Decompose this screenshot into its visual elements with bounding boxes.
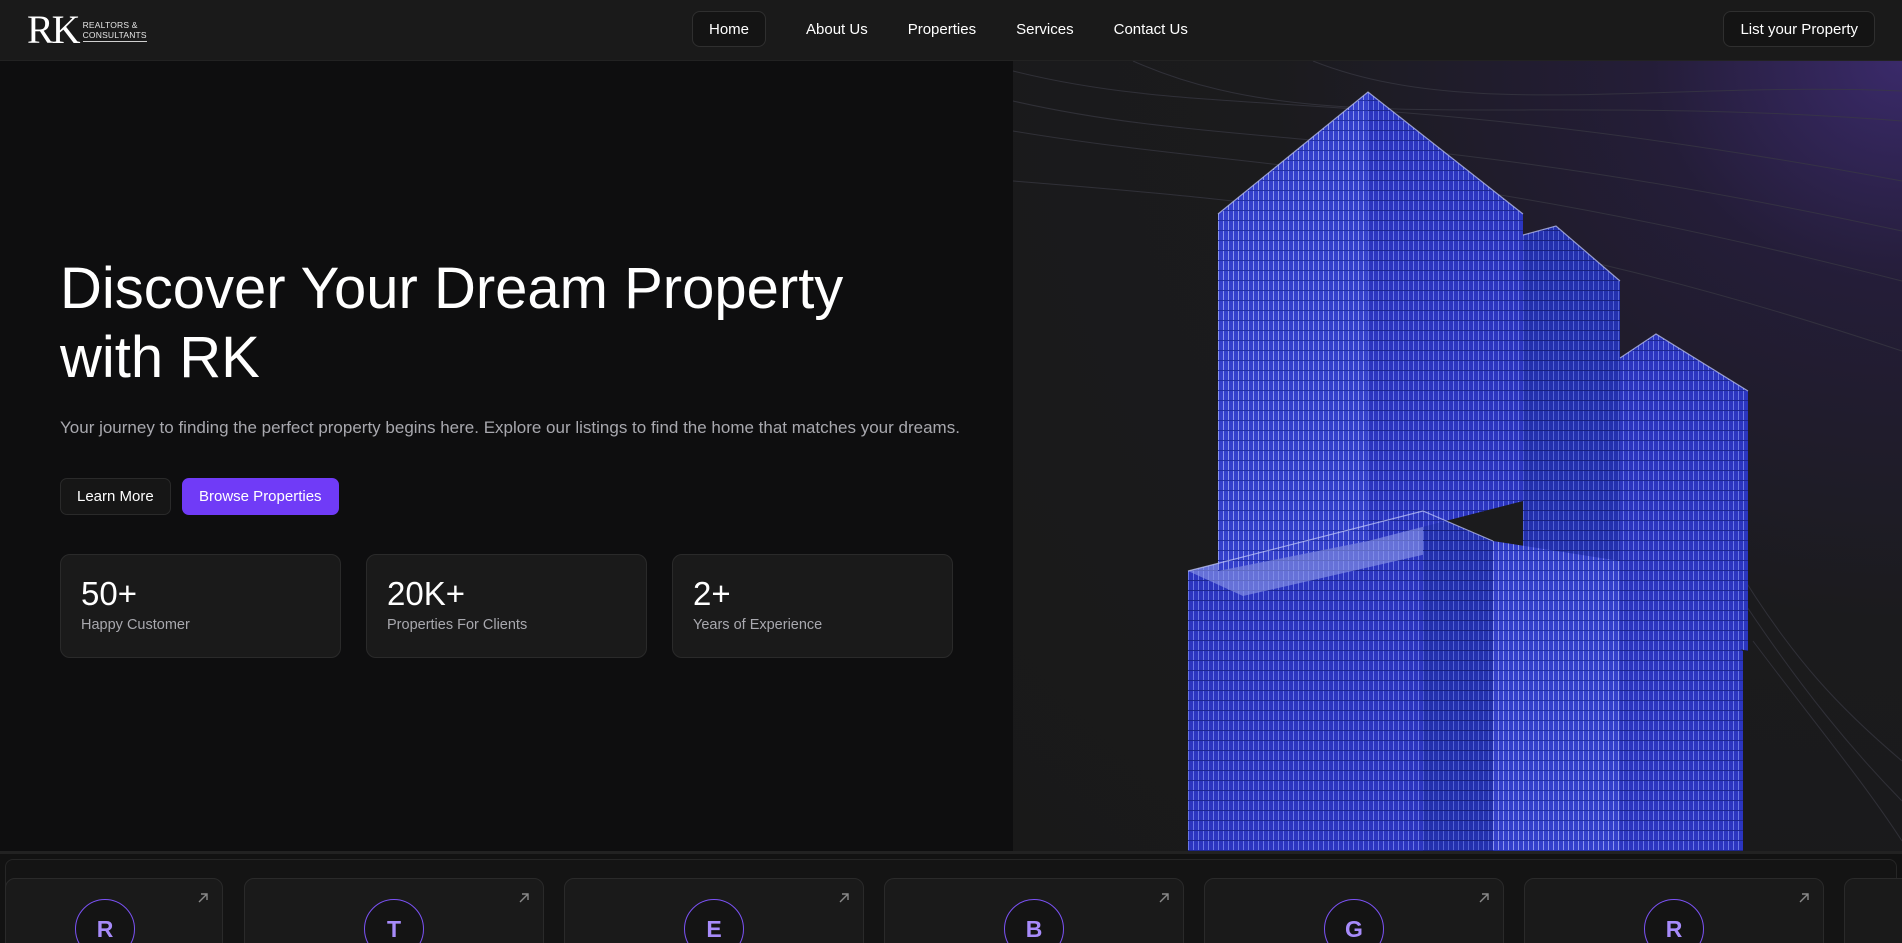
stat-card: 2+ Years of Experience [672,554,953,658]
category-letter-icon: E [684,899,744,943]
learn-more-button[interactable]: Learn More [60,478,171,515]
building-illustration [1013,61,1902,851]
category-letter-icon: G [1324,899,1384,943]
stat-label: Years of Experience [693,617,823,633]
category-card[interactable]: G [1204,878,1504,943]
nav-link-properties[interactable]: Properties [888,11,996,47]
hero-title-line1: Discover Your Dream Property [60,256,844,321]
logo-subtitle: REALTORS & CONSULTANTS [82,20,147,42]
browse-properties-button[interactable]: Browse Properties [182,478,339,515]
arrow-up-right-icon [519,893,529,903]
arrow-up-right-icon [1159,893,1169,903]
category-card[interactable]: B [884,878,1184,943]
nav-link-home[interactable]: Home [692,11,767,47]
logo[interactable]: RK REALTORS & CONSULTANTS [27,10,147,50]
stats-row: 50+ Happy Customer 20K+ Properties For C… [60,554,953,658]
category-strip: R T E B G R [0,851,1902,943]
category-card-partial[interactable] [1844,878,1902,943]
nav-links: Home About Us Properties Services Contac… [692,11,1208,47]
category-letter-icon: R [1644,899,1704,943]
hero-title: Discover Your Dream Property with RK [60,254,960,392]
hero-description: Your journey to finding the perfect prop… [60,418,960,437]
category-card[interactable]: E [564,878,864,943]
stat-value: 20K+ [387,575,465,612]
stat-value: 2+ [693,575,731,612]
arrow-up-right-icon [839,893,849,903]
stat-card: 20K+ Properties For Clients [366,554,647,658]
stat-label: Happy Customer [81,617,190,633]
list-property-button[interactable]: List your Property [1723,11,1875,47]
nav-link-services[interactable]: Services [996,11,1094,47]
stat-card: 50+ Happy Customer [60,554,341,658]
hero-section: Discover Your Dream Property with RK You… [0,61,1013,851]
arrow-up-right-icon [1479,893,1489,903]
logo-subtitle-line1: REALTORS & [82,20,138,30]
logo-mark: RK [27,7,81,52]
logo-subtitle-line2: CONSULTANTS [82,30,147,40]
category-letter-icon: R [75,899,135,943]
stat-label: Properties For Clients [387,617,528,633]
category-letter-icon: B [1004,899,1064,943]
hero-image [1013,61,1902,851]
hero-title-line2: with RK [60,325,260,390]
nav-link-contact-us[interactable]: Contact Us [1094,11,1208,47]
category-card[interactable]: R [5,878,223,943]
top-navbar: RK REALTORS & CONSULTANTS Home About Us … [0,0,1902,61]
category-card[interactable]: T [244,878,544,943]
category-letter-icon: T [364,899,424,943]
nav-link-about-us[interactable]: About Us [786,11,888,47]
arrow-up-right-icon [1799,893,1809,903]
stat-value: 50+ [81,575,137,612]
category-card[interactable]: R [1524,878,1824,943]
arrow-up-right-icon [198,893,208,903]
